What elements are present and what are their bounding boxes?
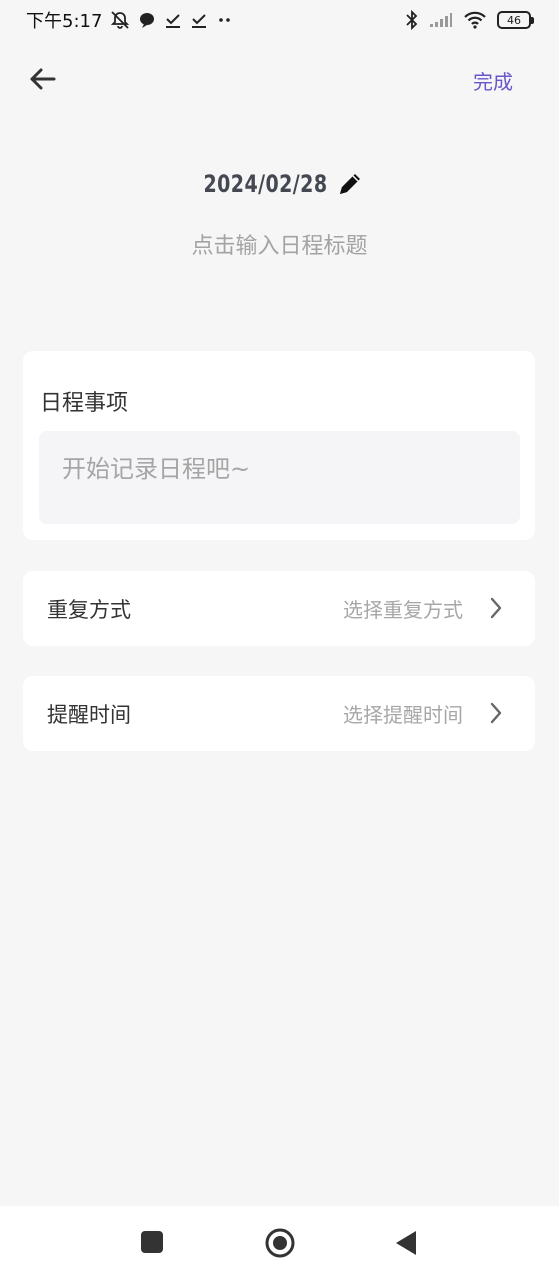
bluetooth-icon [405,10,419,30]
arrow-left-icon [28,67,56,95]
status-time: 下午5:17 [26,11,103,32]
reminder-label: 提醒时间 [47,702,131,727]
schedule-title-input[interactable]: 点击输入日程标题 [0,228,559,260]
repeat-label: 重复方式 [47,597,131,622]
check-icon [190,11,208,29]
chevron-right-icon [489,596,503,620]
signal-icon [429,12,453,28]
recents-button[interactable] [140,1230,164,1254]
more-dots-icon [216,15,234,25]
status-bar: 下午5:17 46 [0,0,559,40]
back-button[interactable] [24,64,60,98]
reminder-row[interactable]: 提醒时间 选择提醒时间 [23,676,535,751]
status-right: 46 [405,10,534,30]
chat-bubble-icon [138,11,156,29]
pencil-icon[interactable] [336,170,364,198]
bell-off-icon [110,10,130,30]
nav-back-button[interactable] [394,1230,418,1256]
notes-input[interactable]: 开始记录日程吧~ [39,431,520,524]
status-left: 下午5:17 [26,7,234,33]
home-button[interactable] [264,1227,296,1259]
notes-label: 日程事项 [40,391,129,416]
battery-icon: 46 [497,11,534,29]
wifi-icon [463,11,487,29]
chevron-right-icon [489,701,503,725]
schedule-date[interactable]: 2024/02/28 [203,170,327,198]
header: 完成 [0,52,559,110]
navigation-bar [0,1206,559,1280]
notes-card: 日程事项 开始记录日程吧~ [23,351,535,540]
done-button[interactable]: 完成 [473,66,513,95]
repeat-value: 选择重复方式 [343,598,463,622]
repeat-row[interactable]: 重复方式 选择重复方式 [23,571,535,646]
reminder-value: 选择提醒时间 [343,703,463,727]
check-icon [164,11,182,29]
date-row: 2024/02/28 [0,170,559,198]
